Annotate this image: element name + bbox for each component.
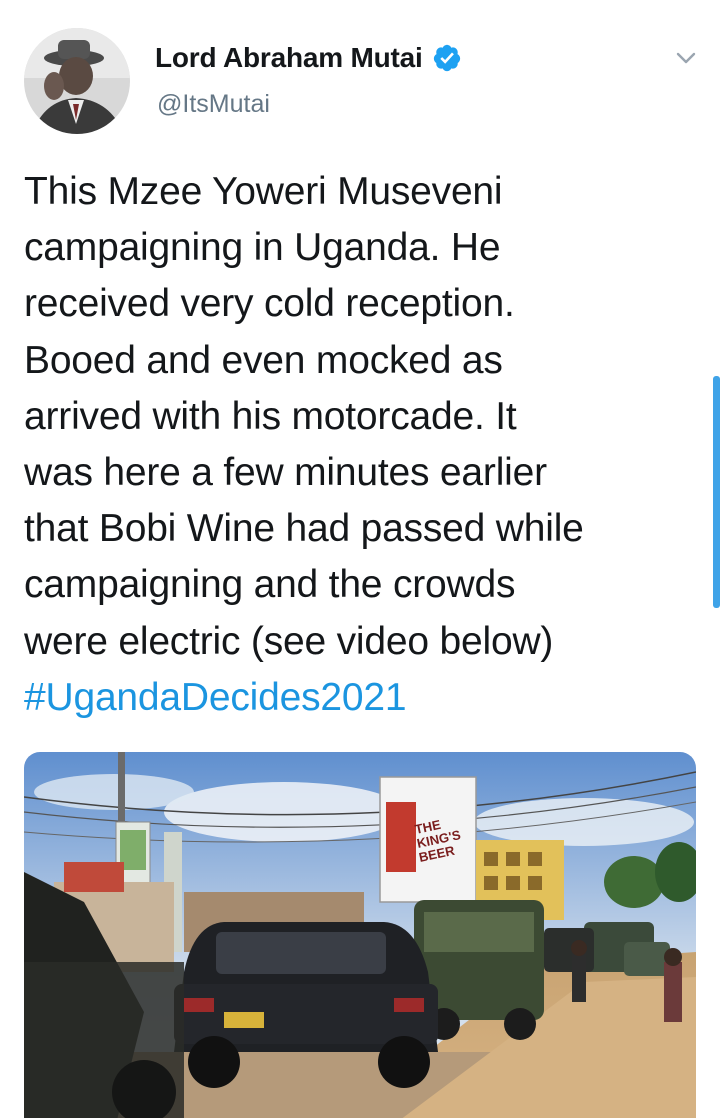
display-name[interactable]: Lord Abraham Mutai xyxy=(155,42,423,74)
tweet-line: arrived with his motorcade. It xyxy=(24,394,517,438)
avatar-image xyxy=(24,28,130,134)
hashtag-link[interactable]: #UgandaDecides2021 xyxy=(24,670,694,726)
verified-badge-icon xyxy=(432,43,462,73)
tweet-line: Booed and even mocked as xyxy=(24,338,503,382)
tweet-line: that Bobi Wine had passed while xyxy=(24,507,584,551)
avatar[interactable] xyxy=(24,28,130,134)
tweet-text: This Mzee Yoweri Museveni campaigning in… xyxy=(24,164,694,726)
video-thumbnail[interactable]: THE KING'S BEER xyxy=(24,752,696,1118)
tweet-line: were electric (see video below) xyxy=(24,619,554,663)
tweet-line: was here a few minutes earlier xyxy=(24,451,547,495)
tweet-line: received very cold reception. xyxy=(24,282,515,326)
video-frame: THE KING'S BEER xyxy=(24,752,696,1118)
author-handle[interactable]: @ItsMutai xyxy=(157,90,270,119)
author-row[interactable]: Lord Abraham Mutai xyxy=(155,38,462,78)
scrollbar[interactable] xyxy=(713,376,720,608)
chevron-down-icon[interactable] xyxy=(668,40,704,76)
tweet-line: This Mzee Yoweri Museveni xyxy=(24,170,503,213)
tweet-line: campaigning and the crowds xyxy=(24,563,516,607)
tweet-card: Lord Abraham Mutai @ItsMutai This Mzee Y… xyxy=(0,0,720,1118)
tweet-line: campaigning in Uganda. He xyxy=(24,226,501,270)
